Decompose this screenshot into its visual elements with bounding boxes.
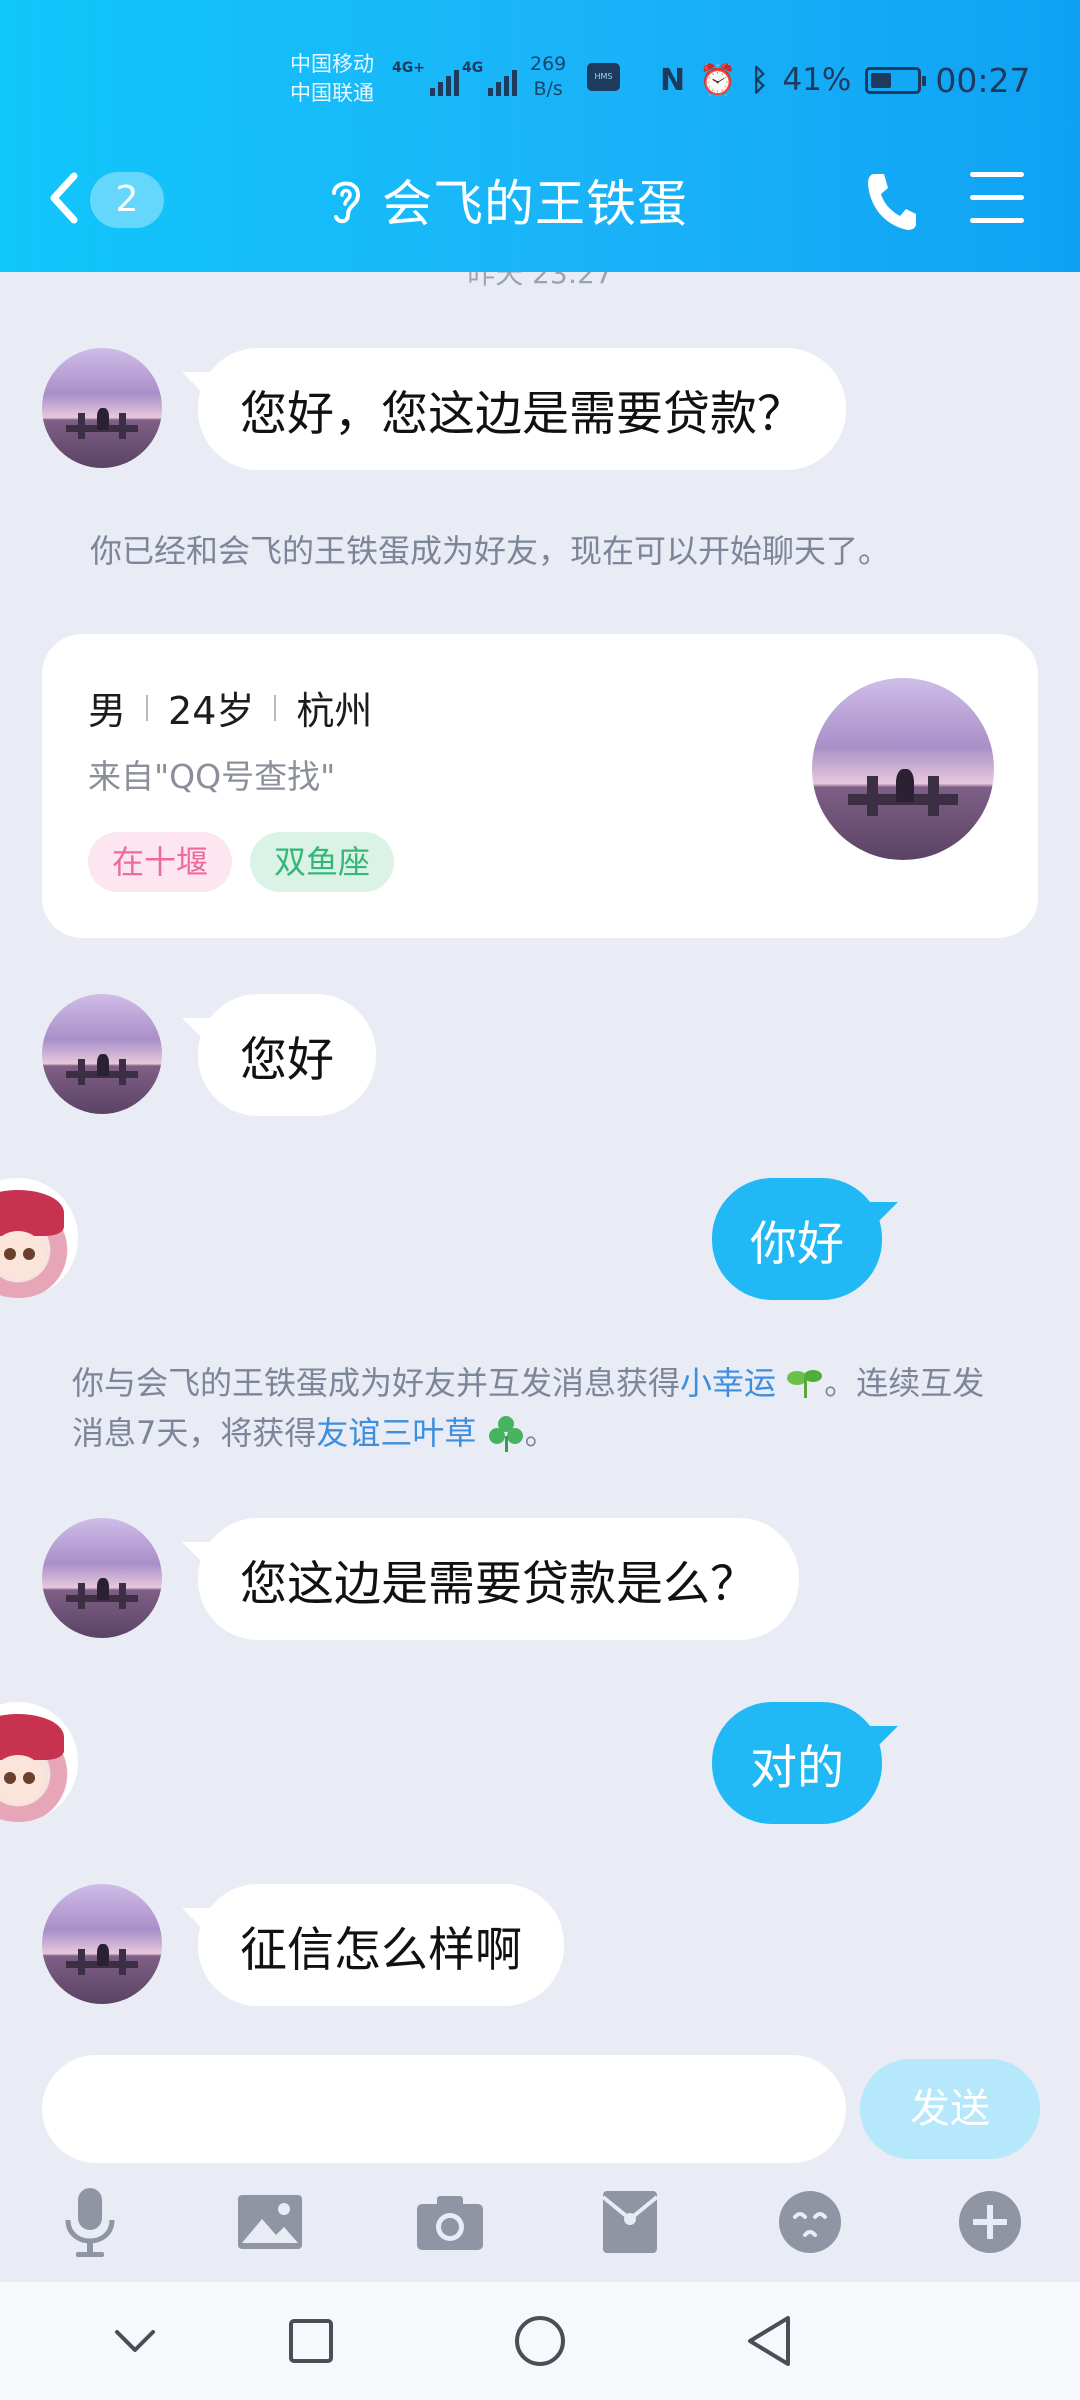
profile-age: 24岁: [168, 689, 255, 733]
input-toolbar: [0, 2182, 1080, 2282]
tag-zodiac: 双鱼座: [250, 832, 395, 892]
profile-avatar[interactable]: [812, 678, 994, 860]
red-packet-icon[interactable]: [590, 2182, 670, 2262]
unread-count-badge[interactable]: 2: [90, 172, 164, 228]
network-speed: 269 B/s: [530, 53, 567, 100]
my-avatar[interactable]: [0, 1702, 78, 1822]
microphone-icon[interactable]: [50, 2182, 130, 2262]
plus-icon[interactable]: [950, 2182, 1030, 2262]
nav-bar: 2 会飞的王铁蛋: [0, 150, 1080, 250]
divider: [274, 694, 277, 721]
battery-icon: [865, 66, 927, 94]
lucky-link[interactable]: 小幸运: [680, 1364, 776, 1402]
friend-avatar[interactable]: [42, 1884, 162, 2004]
friend-avatar[interactable]: [42, 1518, 162, 1638]
chat-title: 会飞的王铁蛋: [382, 175, 688, 233]
message-row-right: 你好: [0, 1178, 1080, 1300]
message-bubble[interactable]: 您这边是需要贷款是么？: [198, 1518, 799, 1640]
message-bubble-sent[interactable]: 对的: [712, 1702, 882, 1824]
chat-header: 中国移动 中国联通 4G+ 4G 269 B/s HMS N ⏰ ᛒ 41% 0…: [0, 0, 1080, 272]
profile-tags: 在十堰 双鱼座: [88, 832, 395, 892]
phone-icon[interactable]: [862, 168, 918, 232]
battery-percent: 41%: [782, 62, 852, 98]
divider: [146, 694, 149, 721]
carrier-2: 中国联通: [290, 81, 374, 105]
carrier-names: 中国移动 中国联通: [290, 50, 374, 108]
message-input[interactable]: [42, 2055, 846, 2163]
alarm-icon: ⏰: [699, 62, 737, 98]
profile-basic-info: 男 24岁 杭州: [88, 680, 372, 735]
menu-icon[interactable]: [970, 172, 1024, 228]
message-row-left: 征信怎么样啊: [0, 1884, 1080, 2006]
message-row-right: 对的: [0, 1702, 1080, 1824]
emoji-icon[interactable]: [770, 2182, 850, 2262]
message-bubble[interactable]: 您好: [198, 994, 376, 1116]
my-avatar[interactable]: [0, 1178, 78, 1298]
nfc-icon: N: [660, 62, 686, 98]
bluetooth-icon: ᛒ: [750, 62, 769, 98]
message-time: 昨天 23:27: [467, 272, 613, 290]
message-row-left: 您好: [0, 994, 1080, 1116]
carrier-1: 中国移动: [290, 52, 374, 76]
system-message-reward: 你与会飞的王铁蛋成为好友并互发消息获得小幸运 。连续互发消息7天，将获得友谊三叶…: [72, 1364, 985, 1452]
back-icon[interactable]: [736, 2308, 802, 2374]
back-chevron-icon[interactable]: [44, 168, 84, 228]
message-bubble[interactable]: 您好，您这边是需要贷款？: [198, 348, 846, 470]
status-time: 00:27: [935, 60, 1031, 100]
tag-location: 在十堰: [88, 832, 233, 892]
message-row-left: 您这边是需要贷款是么？: [0, 1518, 1080, 1640]
friend-avatar[interactable]: [42, 994, 162, 1114]
chat-title-area[interactable]: 会飞的王铁蛋: [326, 164, 688, 236]
image-icon[interactable]: [230, 2182, 310, 2262]
profile-source: 来自"QQ号查找": [88, 757, 336, 796]
profile-gender: 男: [88, 689, 127, 733]
clover-icon: [488, 1416, 523, 1452]
friend-avatar[interactable]: [42, 348, 162, 468]
status-bar: 中国移动 中国联通 4G+ 4G 269 B/s HMS N ⏰ ᛒ 41% 0…: [0, 46, 1080, 116]
chevron-down-icon[interactable]: [102, 2308, 168, 2374]
camera-icon[interactable]: [410, 2182, 490, 2262]
sprout-icon: [787, 1370, 823, 1398]
signal-1-icon: 4G+: [392, 60, 459, 96]
home-icon[interactable]: [507, 2308, 573, 2374]
message-bubble-sent[interactable]: 你好: [712, 1178, 882, 1300]
system-navigation-bar: [0, 2282, 1080, 2400]
recent-apps-icon[interactable]: [278, 2308, 344, 2374]
chat-area[interactable]: 昨天 23:27 您好，您这边是需要贷款？ 你已经和会飞的王铁蛋成为好友，现在可…: [0, 272, 1080, 2052]
profile-card[interactable]: 男 24岁 杭州 来自"QQ号查找" 在十堰 双鱼座: [42, 634, 1038, 938]
system-message-friend-added: 你已经和会飞的王铁蛋成为好友，现在可以开始聊天了。: [90, 532, 891, 570]
send-button[interactable]: 发送: [860, 2059, 1040, 2159]
message-bubble[interactable]: 征信怎么样啊: [198, 1884, 564, 2006]
message-row-left: 您好，您这边是需要贷款？: [0, 348, 1080, 470]
clover-link[interactable]: 友谊三叶草: [316, 1414, 476, 1452]
profile-city: 杭州: [296, 689, 373, 733]
signal-2-icon: 4G: [462, 60, 518, 96]
hms-icon: HMS: [587, 63, 620, 91]
input-row: 发送: [0, 2052, 1080, 2182]
ear-icon: [332, 181, 361, 224]
